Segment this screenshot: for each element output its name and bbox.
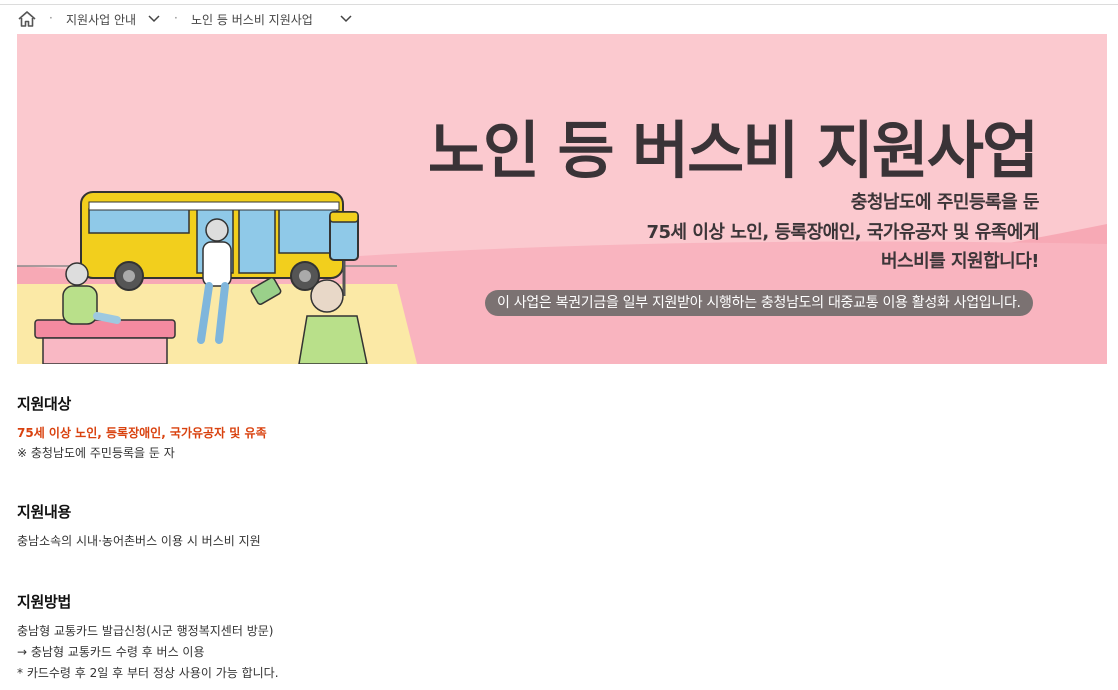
breadcrumb-level2[interactable]: 노인 등 버스비 지원사업	[191, 11, 313, 28]
method-line: * 카드수령 후 2일 후 부터 정상 사용이 가능 합니다.	[17, 666, 279, 680]
section-method: 지원방법 충남형 교통카드 발급신청(시군 행정복지센터 방문) → 충남형 교…	[17, 591, 279, 681]
banner-subtitle-line: 75세 이상 노인, 등록장애인, 국가유공자 및 유족에게	[646, 222, 1039, 243]
section-heading: 지원대상	[17, 395, 72, 413]
lottery-fund-notice: 이 사업은 복권기금을 일부 지원받아 시행하는 충청남도의 대중교통 이용 활…	[485, 290, 1033, 316]
section-heading: 지원내용	[17, 503, 72, 521]
breadcrumb-level1[interactable]: 지원사업 안내	[66, 11, 136, 28]
target-highlight: 75세 이상 노인, 등록장애인, 국가유공자 및 유족	[17, 426, 267, 440]
chevron-down-icon[interactable]	[339, 13, 353, 23]
target-note: ※ 충청남도에 주민등록을 둔 자	[17, 446, 175, 460]
hero-banner: 노인 등 버스비 지원사업 충청남도에 주민등록을 둔 75세 이상 노인, 등…	[17, 34, 1107, 364]
method-line: 충남형 교통카드 발급신청(시군 행정복지센터 방문)	[17, 624, 274, 638]
method-line: → 충남형 교통카드 수령 후 버스 이용	[17, 645, 205, 659]
breadcrumb-separator: ·	[49, 11, 53, 25]
chevron-down-icon[interactable]	[147, 13, 161, 23]
section-content: 지원내용 충남소속의 시내·농어촌버스 이용 시 버스비 지원	[17, 501, 261, 549]
banner-subtitle-line: 충청남도에 주민등록을 둔	[850, 192, 1040, 213]
banner-title: 노인 등 버스비 지원사업	[427, 114, 1039, 187]
banner-subtitle-line: 버스비를 지원합니다!	[880, 251, 1040, 272]
content-line: 충남소속의 시내·농어촌버스 이용 시 버스비 지원	[17, 534, 261, 548]
home-icon[interactable]	[17, 10, 37, 28]
section-heading: 지원방법	[17, 593, 72, 611]
section-target: 지원대상 75세 이상 노인, 등록장애인, 국가유공자 및 유족 ※ 충청남도…	[17, 393, 267, 461]
breadcrumb-separator: ·	[174, 11, 178, 25]
breadcrumb: · 지원사업 안내 · 노인 등 버스비 지원사업	[0, 5, 1118, 33]
